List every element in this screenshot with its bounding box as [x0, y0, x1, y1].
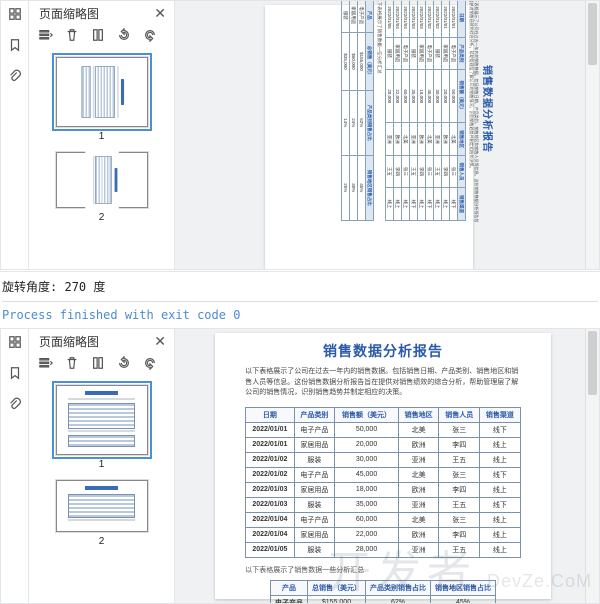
- ide-console: 旋转角度: 270 度 Process finished with exit c…: [0, 271, 600, 327]
- table-row: 2022/01/05服装28,000亚洲王五线上: [246, 542, 521, 557]
- col-header: 产品: [271, 580, 308, 595]
- table-row: 电子产品$155,00062%45%: [357, 1, 365, 220]
- table-row: 2022/01/03家居用品18,000欧洲李四线上: [246, 482, 521, 497]
- console-exit-line: Process finished with exit code 0: [2, 308, 240, 322]
- rotate-cw-icon[interactable]: [143, 356, 157, 373]
- attachment-icon[interactable]: [8, 397, 22, 414]
- options-icon[interactable]: [39, 28, 53, 45]
- col-header: 销售地区: [398, 407, 439, 422]
- table-row: 2022/01/04家居用品22,000欧洲李四线上: [393, 1, 401, 220]
- col-header: 销售人员: [439, 407, 480, 422]
- col-header: 销售地区销售占比: [431, 580, 496, 595]
- table-row: 2022/01/03家居用品18,000欧洲李四线上: [417, 1, 425, 220]
- col-header: 销售额（美元）: [457, 70, 465, 123]
- thumbnail-page-1[interactable]: [56, 385, 148, 455]
- col-header: 销售地区销售占比: [365, 155, 373, 220]
- left-iconbar: [1, 329, 29, 603]
- table-row: 2022/01/04家居用品22,000欧洲李四线上: [246, 527, 521, 542]
- col-header: 产品类别销售占比: [366, 580, 431, 595]
- col-header: 销售额（美元）: [335, 407, 399, 422]
- pdf-page-1[interactable]: 销售数据分析报告 以下表格展示了公司在过去一年内的销售数据。包括销售日期、产品类…: [265, 5, 473, 269]
- pdf-page-1[interactable]: 销售数据分析报告 以下表格展示了公司在过去一年内的销售数据。包括销售日期、产品类…: [215, 333, 551, 599]
- table-row: 家居用品$60,00024%30%: [349, 1, 357, 220]
- close-icon[interactable]: ✕: [154, 5, 166, 22]
- table-row: 2022/01/02电子产品45,000北美张三线下: [246, 467, 521, 482]
- delete-icon[interactable]: [65, 28, 79, 45]
- table-row: 2022/01/05服装28,000亚洲王五线上: [385, 1, 393, 220]
- panel-title: 页面缩略图: [39, 333, 99, 350]
- table-row: 2022/01/01电子产品50,000北美张三线下: [246, 422, 521, 437]
- vertical-scrollbar[interactable]: [585, 1, 599, 269]
- pdf-viewer-top: 页面缩略图 ✕ 1 2: [0, 0, 600, 270]
- options-icon[interactable]: [39, 356, 53, 373]
- table-row: 2022/01/01家居用品20,000欧洲李四线上: [246, 437, 521, 452]
- summary-table: 产品总销售（美元）产品类别销售占比销售地区销售占比电子产品$155,00062%…: [341, 1, 374, 221]
- close-icon[interactable]: ✕: [154, 333, 166, 350]
- extract-icon[interactable]: [91, 356, 105, 373]
- document-canvas[interactable]: 销售数据分析报告 以下表格展示了公司在过去一年内的销售数据。包括销售日期、产品类…: [175, 329, 599, 603]
- table-row: 2022/01/04电子产品60,000北美张三线上: [246, 512, 521, 527]
- thumb-label-2: 2: [99, 212, 105, 223]
- thumbnails-panel: 页面缩略图 ✕ 1 2: [29, 329, 175, 603]
- vertical-scrollbar[interactable]: [585, 329, 599, 603]
- rotate-cw-icon[interactable]: [143, 28, 157, 45]
- thumb-label-2: 2: [99, 536, 105, 547]
- rotate-ccw-icon[interactable]: [117, 28, 131, 45]
- panel-toolbar: [29, 24, 174, 53]
- col-header: 总销售（美元）: [365, 33, 373, 90]
- thumbnail-page-2[interactable]: [56, 152, 148, 208]
- col-header: 总销售（美元）: [308, 580, 366, 595]
- document-canvas[interactable]: 销售数据分析报告 以下表格展示了公司在过去一年内的销售数据。包括销售日期、产品类…: [175, 1, 599, 269]
- sales-table: 日期产品类别销售额（美元）销售地区销售人员销售渠道2022/01/01电子产品5…: [245, 407, 521, 558]
- attachment-icon[interactable]: [8, 69, 22, 86]
- table-row: 2022/01/03服装35,000亚洲王五线下: [246, 497, 521, 512]
- pdf-viewer-bottom: 页面缩略图 ✕ 1 2 销售数: [0, 328, 600, 604]
- table-row: 电子产品$155,00062%45%: [271, 595, 496, 603]
- rotate-ccw-icon[interactable]: [117, 356, 131, 373]
- thumb-label-1: 1: [99, 459, 105, 470]
- console-rotation-value: 270: [64, 280, 86, 294]
- table-row: 2022/01/01电子产品50,000北美张三线下: [449, 1, 457, 220]
- col-header: 产品类别: [457, 37, 465, 69]
- summary-caption: 以下表格展示了销售数据一些分析汇总: [376, 1, 382, 221]
- thumbnails-icon[interactable]: [8, 335, 22, 352]
- report-title: 销售数据分析报告: [481, 65, 496, 153]
- thumbnails-panel: 页面缩略图 ✕ 1 2: [29, 1, 175, 269]
- delete-icon[interactable]: [65, 356, 79, 373]
- console-rotation-label: 旋转角度:: [2, 280, 57, 294]
- col-header: 产品类别销售占比: [365, 90, 373, 155]
- extract-icon[interactable]: [91, 28, 105, 45]
- col-header: 销售渠道: [480, 407, 521, 422]
- report-intro: 以下表格展示了公司在过去一年内的销售数据。包括销售日期、产品类别、销售地区和销售…: [469, 1, 479, 223]
- table-row: 2022/01/01家居用品20,000欧洲李四线上: [441, 1, 449, 220]
- col-header: 销售人员: [457, 155, 465, 187]
- table-row: 服装$35,00014%25%: [341, 1, 349, 220]
- console-rotation-unit: 度: [93, 280, 105, 294]
- bookmark-icon[interactable]: [8, 366, 22, 383]
- table-row: 2022/01/04电子产品60,000北美张三线上: [401, 1, 409, 220]
- col-header: 产品: [365, 1, 373, 33]
- col-header: 产品类别: [294, 407, 335, 422]
- summary-table: 产品总销售（美元）产品类别销售占比销售地区销售占比电子产品$155,00062%…: [270, 580, 496, 604]
- panel-toolbar: [29, 352, 174, 381]
- summary-caption: 以下表格展示了销售数据一些分析汇总: [245, 565, 521, 575]
- left-iconbar: [1, 1, 29, 269]
- panel-title: 页面缩略图: [39, 5, 99, 22]
- thumbnails-icon[interactable]: [8, 7, 22, 24]
- sales-table: 日期产品类别销售额（美元）销售地区销售人员销售渠道2022/01/01电子产品5…: [385, 1, 466, 221]
- table-row: 2022/01/02电子产品45,000北美张三线下: [425, 1, 433, 220]
- report-intro: 以下表格展示了公司在过去一年内的销售数据。包括销售日期、产品类别、销售地区和销售…: [245, 367, 521, 399]
- col-header: 销售渠道: [457, 188, 465, 220]
- col-header: 销售地区: [457, 123, 465, 155]
- table-row: 2022/01/02服装30,000亚洲王五线上: [246, 452, 521, 467]
- col-header: 日期: [457, 1, 465, 37]
- bookmark-icon[interactable]: [8, 38, 22, 55]
- report-title: 销售数据分析报告: [323, 341, 443, 361]
- thumbnail-page-2[interactable]: [56, 480, 148, 532]
- thumb-label-1: 1: [99, 131, 105, 142]
- table-row: 2022/01/03服装35,000亚洲王五线下: [409, 1, 417, 220]
- col-header: 日期: [246, 407, 294, 422]
- table-row: 2022/01/02服装30,000亚洲王五线上: [433, 1, 441, 220]
- thumbnail-page-1[interactable]: [56, 57, 148, 127]
